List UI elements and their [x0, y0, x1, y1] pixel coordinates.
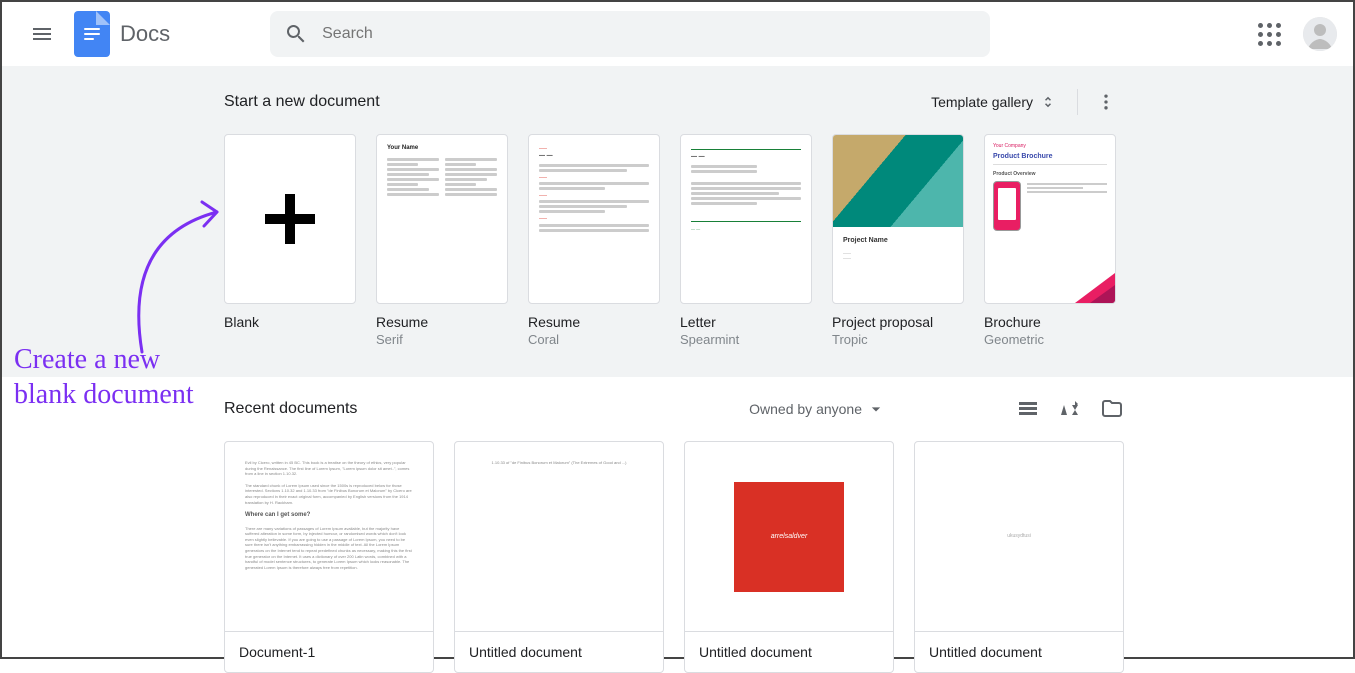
sort-button[interactable] — [1058, 397, 1082, 421]
search-icon — [284, 22, 308, 46]
preview-red-box: arrelsaldver — [734, 482, 844, 592]
doc-title: Document-1 — [225, 632, 433, 672]
template-sub: Tropic — [832, 332, 964, 347]
doc-card[interactable]: ukusydtusi Untitled document — [914, 441, 1124, 673]
doc-title: Untitled document — [915, 632, 1123, 672]
template-label: Brochure — [984, 314, 1116, 330]
template-sub: Spearmint — [680, 332, 812, 347]
template-label: Letter — [680, 314, 812, 330]
list-icon — [1016, 397, 1040, 421]
doc-card[interactable]: arrelsaldver Untitled document — [684, 441, 894, 673]
sort-az-icon — [1058, 397, 1082, 421]
open-file-picker-button[interactable] — [1100, 397, 1124, 421]
apps-grid-icon — [1258, 23, 1281, 46]
preview-text: ukusydtusi — [1007, 533, 1031, 540]
search-input[interactable] — [322, 25, 976, 43]
app-header: Docs — [2, 2, 1353, 66]
templates-row: Blank Your Name Resume Serif —— — [224, 134, 1124, 347]
template-label: Blank — [224, 314, 356, 330]
account-avatar[interactable] — [1303, 17, 1337, 51]
more-vert-icon — [1096, 92, 1116, 112]
doc-title: Untitled document — [455, 632, 663, 672]
preview-heading: Product Brochure — [993, 153, 1107, 160]
template-resume-serif[interactable]: Your Name Resume Serif — [376, 134, 508, 347]
unfold-icon — [1039, 93, 1057, 111]
list-view-button[interactable] — [1016, 397, 1040, 421]
template-sub: Coral — [528, 332, 660, 347]
preview-heading: Project Name — [843, 237, 953, 244]
template-blank[interactable]: Blank — [224, 134, 356, 347]
template-sub: Serif — [376, 332, 508, 347]
folder-icon — [1100, 397, 1124, 421]
template-resume-coral[interactable]: —— — — —— —— —— Resume Coral — [528, 134, 660, 347]
doc-card[interactable]: 1.10.33 of "de Finibus Bonorum et Maloru… — [454, 441, 664, 673]
owner-filter-dropdown[interactable]: Owned by anyone — [749, 399, 886, 419]
templates-more-button[interactable] — [1088, 84, 1124, 120]
preview-heading: Where can I get some? — [245, 511, 413, 519]
avatar-icon — [1303, 17, 1337, 51]
main-menu-button[interactable] — [18, 10, 66, 58]
template-sub: Geometric — [984, 332, 1116, 347]
search-bar[interactable] — [270, 11, 990, 57]
template-label: Project proposal — [832, 314, 964, 330]
google-apps-button[interactable] — [1245, 10, 1293, 58]
recent-heading: Recent documents — [224, 400, 357, 418]
templates-section: Start a new document Template gallery — [2, 66, 1353, 377]
template-project-proposal[interactable]: Project Name ———— Project proposal Tropi… — [832, 134, 964, 347]
dropdown-icon — [866, 399, 886, 419]
plus-icon — [265, 194, 315, 244]
template-label: Resume — [376, 314, 508, 330]
preview-heading: Your Name — [387, 145, 497, 153]
preview-sub: Product Overview — [993, 171, 1107, 177]
preview-company: Your Company — [993, 143, 1107, 149]
doc-title: Untitled document — [685, 632, 893, 672]
templates-heading: Start a new document — [224, 93, 380, 111]
app-logo[interactable]: Docs — [74, 11, 170, 57]
recent-row: Evil by Cicero, written in 45 BC. This b… — [224, 441, 1353, 673]
divider — [1077, 89, 1078, 115]
template-letter-spearmint[interactable]: — — — — Letter Spearmint — [680, 134, 812, 347]
owner-filter-label: Owned by anyone — [749, 401, 862, 417]
app-title: Docs — [120, 21, 170, 47]
template-gallery-label: Template gallery — [931, 94, 1033, 110]
template-brochure[interactable]: Your Company Product Brochure Product Ov… — [984, 134, 1116, 347]
hamburger-icon — [30, 22, 54, 46]
template-label: Resume — [528, 314, 660, 330]
doc-card[interactable]: Evil by Cicero, written in 45 BC. This b… — [224, 441, 434, 673]
recent-section: Recent documents Owned by anyone Evil by… — [2, 377, 1353, 673]
docs-logo-icon — [74, 11, 110, 57]
template-gallery-button[interactable]: Template gallery — [921, 87, 1067, 117]
